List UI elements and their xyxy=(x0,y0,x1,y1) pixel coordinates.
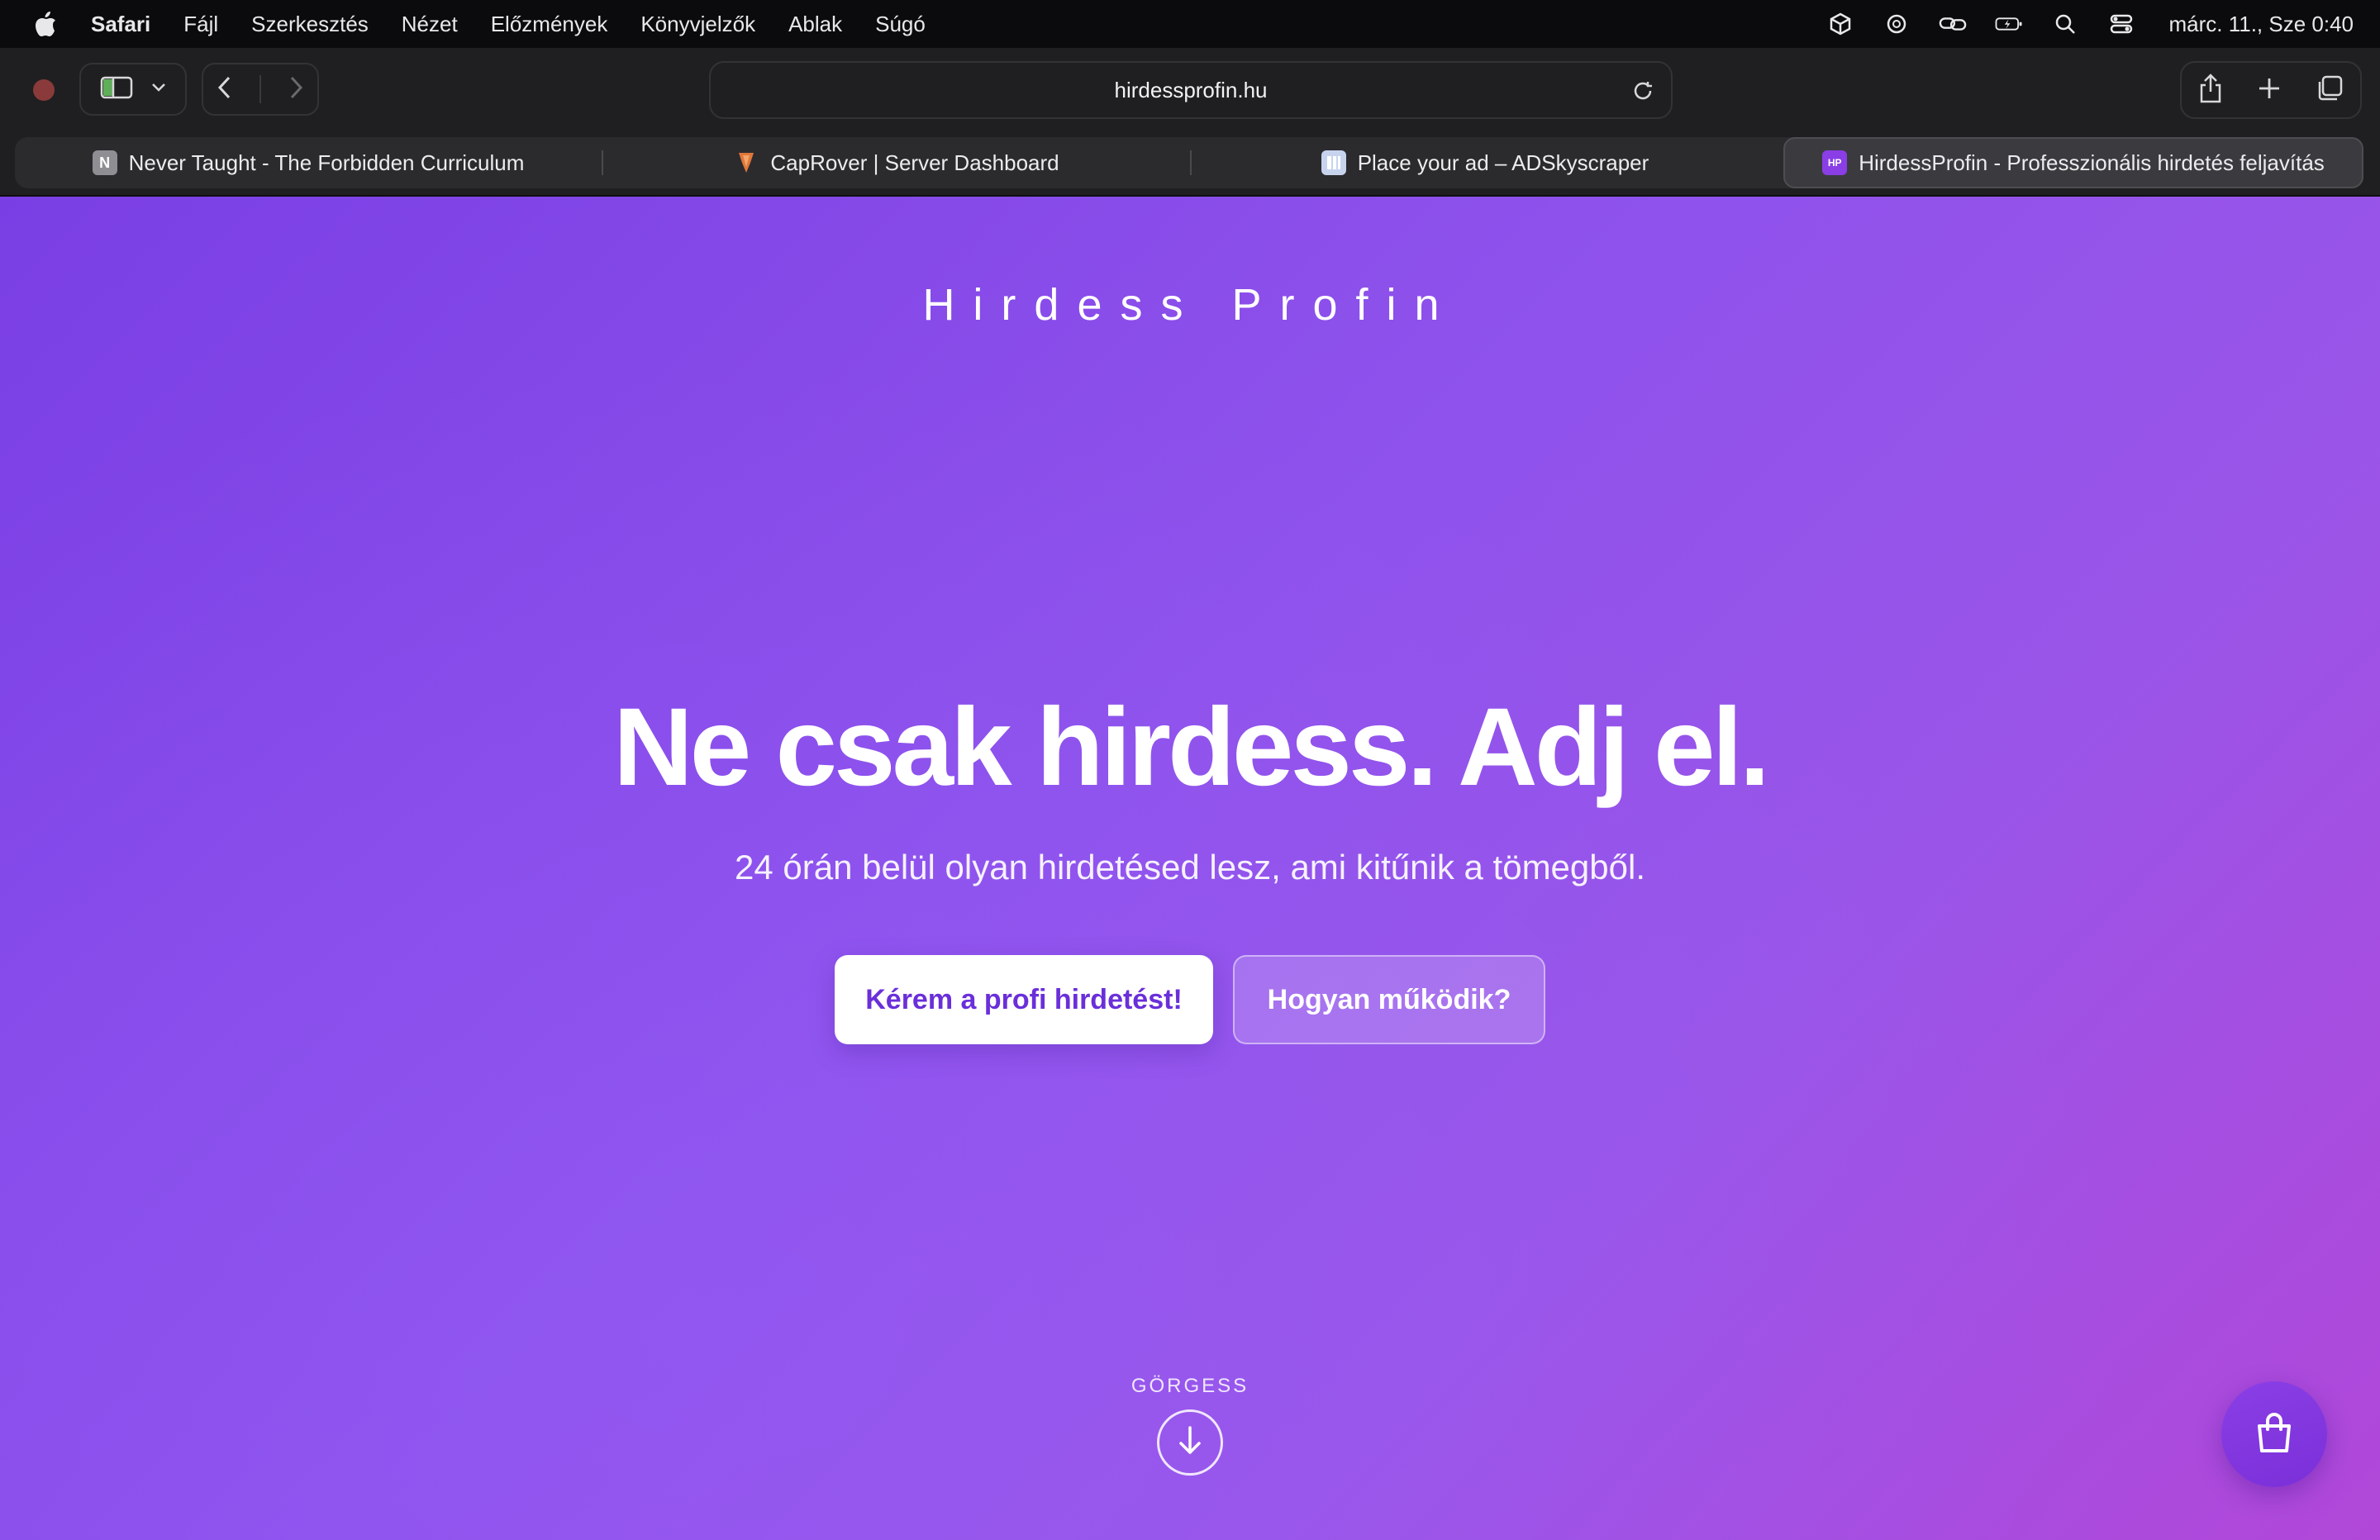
tab-title: Place your ad – ADSkyscraper xyxy=(1357,150,1649,175)
order-pro-ad-button[interactable]: Kérem a profi hirdetést! xyxy=(835,955,1213,1044)
close-window-button[interactable] xyxy=(33,79,55,101)
caprover-icon xyxy=(734,150,759,175)
scroll-label: GÖRGESS xyxy=(1130,1375,1250,1397)
chatgpt-icon[interactable] xyxy=(1883,10,1911,38)
search-icon[interactable] xyxy=(2051,10,2079,38)
tab-strip: N Never Taught - The Forbidden Curriculu… xyxy=(15,137,2363,188)
adskyscraper-icon xyxy=(1321,150,1346,175)
hero-headline: Ne csak hirdess. Adj el. xyxy=(612,686,1770,809)
reload-icon[interactable] xyxy=(1630,78,1656,104)
tab-adskyscraper[interactable]: Place your ad – ADSkyscraper xyxy=(1192,137,1778,188)
tab-overview-icon[interactable] xyxy=(2316,74,2344,107)
menu-edit[interactable]: Szerkesztés xyxy=(251,12,369,37)
apple-menu-icon[interactable] xyxy=(33,12,58,36)
box-icon[interactable] xyxy=(1826,10,1854,38)
tab-title: CapRover | Server Dashboard xyxy=(770,150,1059,175)
battery-icon[interactable] xyxy=(1995,10,2023,38)
tab-never-taught[interactable]: N Never Taught - The Forbidden Curriculu… xyxy=(15,137,602,188)
browser-toolbar: hirdessprofin.hu xyxy=(0,48,2380,132)
hero-subtitle: 24 órán belül olyan hirdetésed lesz, ami… xyxy=(735,848,1645,886)
menu-window[interactable]: Ablak xyxy=(788,12,842,37)
chevron-down-icon[interactable] xyxy=(150,82,167,97)
menu-history[interactable]: Előzmények xyxy=(491,12,608,37)
nav-divider xyxy=(259,75,261,103)
menu-file[interactable]: Fájl xyxy=(183,12,218,37)
menu-app-safari[interactable]: Safari xyxy=(91,12,150,37)
arrow-down-icon xyxy=(1176,1424,1204,1462)
tab-caprover[interactable]: CapRover | Server Dashboard xyxy=(603,137,1190,188)
sidebar-icon[interactable] xyxy=(100,75,133,104)
notion-icon: N xyxy=(92,150,117,175)
new-tab-icon[interactable] xyxy=(2257,76,2282,105)
forward-icon[interactable] xyxy=(288,75,304,104)
tab-title: Never Taught - The Forbidden Curriculum xyxy=(128,150,525,175)
share-icon[interactable] xyxy=(2198,73,2223,108)
menu-bookmarks[interactable]: Könyvjelzők xyxy=(640,12,755,37)
shopping-bag-icon xyxy=(2254,1411,2294,1458)
tab-hirdessprofin[interactable]: HP HirdessProfin - Professzionális hirde… xyxy=(1783,137,2363,188)
hirdessprofin-icon: HP xyxy=(1822,150,1848,175)
url-text: hirdessprofin.hu xyxy=(1114,77,1268,102)
tab-bar: N Never Taught - The Forbidden Curriculu… xyxy=(0,132,2380,197)
toolbar-actions xyxy=(2180,61,2362,119)
scroll-down-button[interactable] xyxy=(1157,1409,1223,1476)
hero-section: Hirdess Profin Ne csak hirdess. Adj el. … xyxy=(0,197,2380,1540)
shopping-bag-button[interactable] xyxy=(2221,1381,2327,1487)
link-icon[interactable] xyxy=(1939,10,1967,38)
navigation-group xyxy=(202,63,319,116)
tab-title: HirdessProfin - Professzionális hirdetés… xyxy=(1859,150,2325,175)
sidebar-toggle-group xyxy=(79,63,187,116)
menu-view[interactable]: Nézet xyxy=(402,12,458,37)
back-icon[interactable] xyxy=(217,75,233,104)
menubar-clock[interactable]: márc. 11., Sze 0:40 xyxy=(2168,12,2354,37)
status-area: márc. 11., Sze 0:40 xyxy=(1826,0,2354,48)
menu-help[interactable]: Súgó xyxy=(875,12,926,37)
address-bar[interactable]: hirdessprofin.hu xyxy=(709,61,1673,119)
how-it-works-button[interactable]: Hogyan működik? xyxy=(1233,955,1545,1044)
control-center-icon[interactable] xyxy=(2107,10,2135,38)
menu-bar: Safari Fájl Szerkesztés Nézet Előzmények… xyxy=(0,0,2380,48)
brand-logo[interactable]: Hirdess Profin xyxy=(0,279,2380,330)
